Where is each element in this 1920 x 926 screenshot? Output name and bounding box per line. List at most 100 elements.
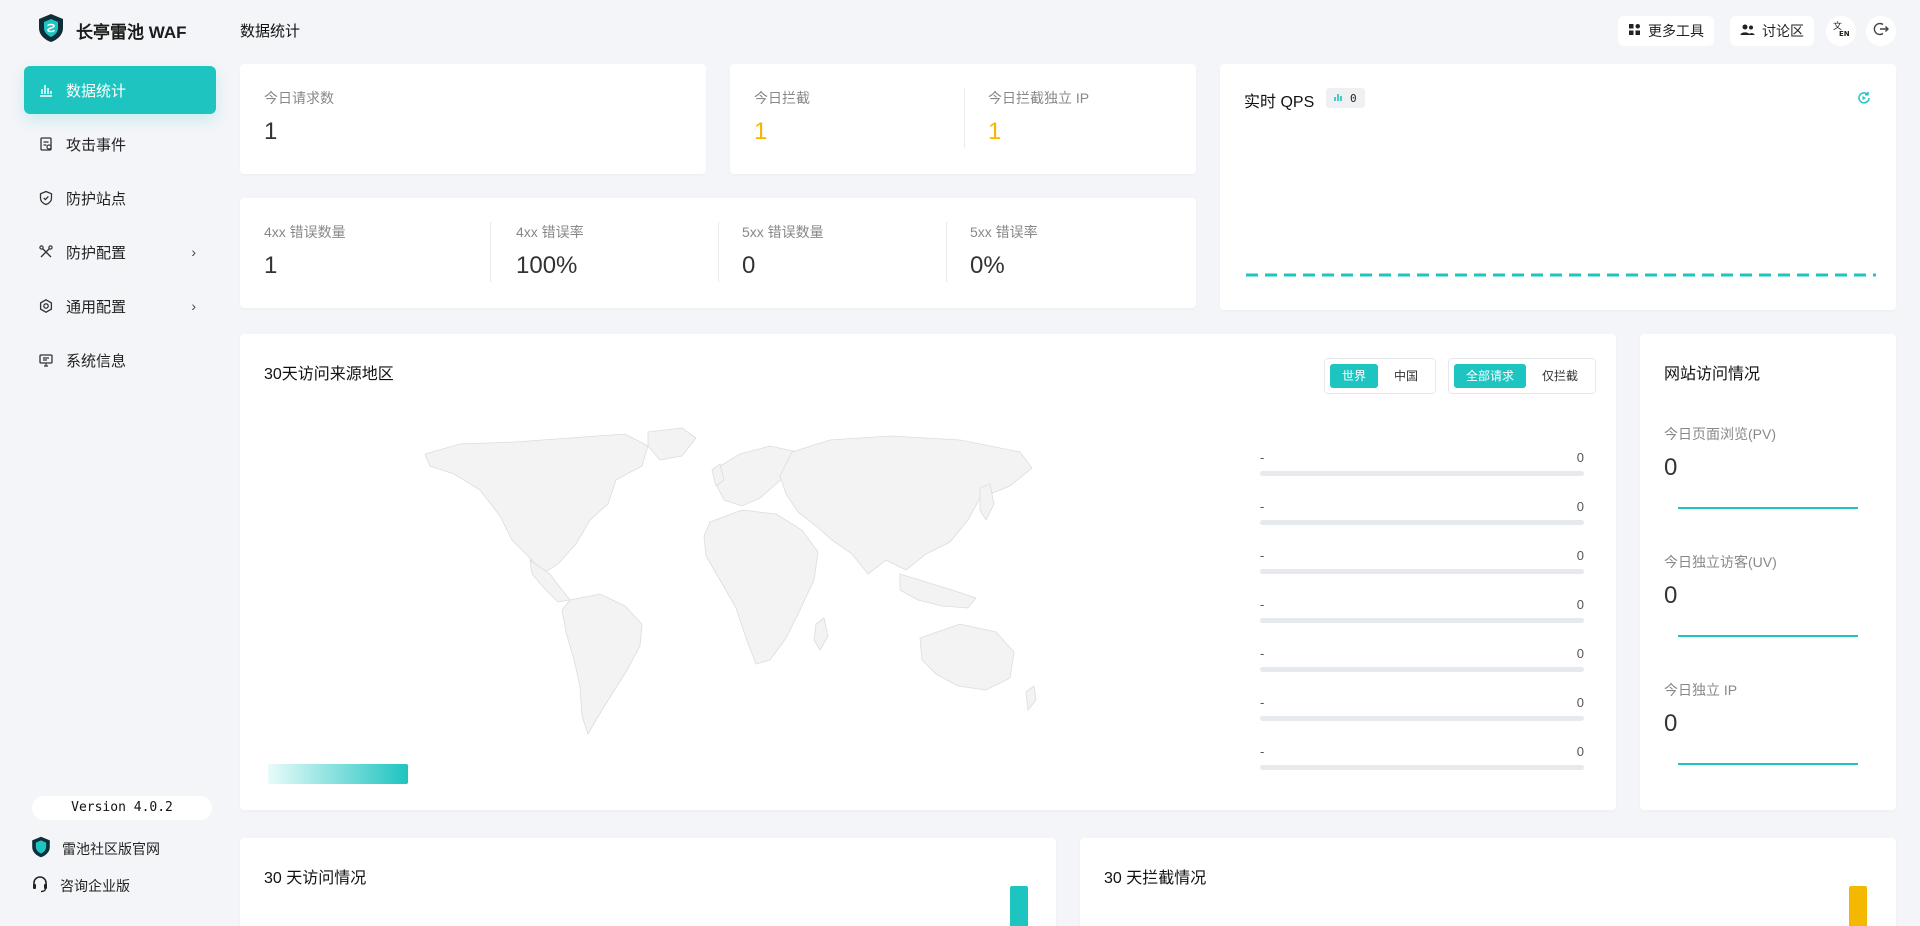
- region-row: - 0: [1260, 646, 1584, 676]
- more-tools-button[interactable]: 更多工具: [1618, 16, 1714, 46]
- enterprise-consult-label: 咨询企业版: [60, 877, 130, 894]
- map-south-america: [561, 593, 643, 735]
- region-name: -: [1260, 450, 1265, 465]
- divider: [718, 222, 719, 282]
- scope-world-button[interactable]: 世界: [1330, 364, 1379, 388]
- region-name: -: [1260, 646, 1265, 661]
- map-australia: [919, 623, 1015, 691]
- blocked-30d-card: 30 天拦截情况: [1080, 838, 1896, 926]
- pv-value: 0: [1664, 454, 1678, 481]
- qps-title: 实时 QPS: [1244, 94, 1315, 111]
- qps-badge-value: 0: [1350, 91, 1357, 105]
- visits-30d-card: 30 天访问情况: [240, 838, 1056, 926]
- chevron-right-icon: ›: [191, 298, 196, 314]
- region-bar: [1260, 618, 1584, 623]
- sidebar-item-dashboard[interactable]: 数据统计: [24, 66, 216, 114]
- language-toggle-button[interactable]: 文 EN: [1826, 16, 1856, 46]
- sidebar: 长亭雷池 WAF 数据统计 攻击事件 防护站点 防护配置 › 通用配置 › 系统…: [0, 0, 232, 926]
- qps-line: [1246, 273, 1876, 277]
- filter-all-button[interactable]: 全部请求: [1454, 364, 1527, 388]
- stat-label: 5xx 错误数量: [742, 224, 824, 240]
- region-row: - 0: [1260, 499, 1584, 529]
- sidebar-item-label: 通用配置: [66, 298, 127, 316]
- uv-sparkline: [1678, 635, 1858, 637]
- sidebar-item-label: 攻击事件: [66, 136, 127, 154]
- region-value: 0: [1576, 597, 1584, 612]
- sidebar-nav: 数据统计 攻击事件 防护站点 防护配置 › 通用配置 › 系统信息: [24, 66, 216, 390]
- monitor-icon: [38, 352, 54, 368]
- sidebar-item-system-info[interactable]: 系统信息: [24, 336, 216, 384]
- blocked-30d-title: 30 天拦截情况: [1104, 870, 1207, 887]
- error-stats-card: 4xx 错误数量 1 4xx 错误率 100% 5xx 错误数量 0 5xx 错…: [240, 198, 1196, 308]
- site-visits-title: 网站访问情况: [1664, 366, 1761, 383]
- divider: [490, 222, 491, 282]
- map-card-title: 30天访问来源地区: [264, 366, 394, 383]
- bar-chart-icon: [1334, 89, 1344, 107]
- scope-china-button[interactable]: 中国: [1382, 364, 1430, 388]
- divider: [964, 88, 965, 148]
- enterprise-consult-link[interactable]: 咨询企业版: [30, 874, 130, 897]
- filter-toggle: 全部请求 仅拦截: [1448, 358, 1597, 394]
- err4xx-count-value: 1: [264, 252, 278, 279]
- today-blocked-value: 1: [754, 118, 768, 145]
- region-name: -: [1260, 548, 1265, 563]
- region-bar: [1260, 765, 1584, 770]
- pv-label: 今日页面浏览(PV): [1664, 426, 1776, 442]
- sidebar-item-general-config[interactable]: 通用配置 ›: [24, 282, 216, 330]
- map-new-zealand: [1025, 685, 1037, 712]
- sidebar-item-protected-sites[interactable]: 防护站点: [24, 174, 216, 222]
- chevron-right-icon: ›: [191, 244, 196, 260]
- app-title: 长亭雷池 WAF: [76, 22, 187, 42]
- refresh-icon[interactable]: [1856, 90, 1872, 111]
- safeline-logo-icon: [30, 836, 52, 861]
- sidebar-item-protection-config[interactable]: 防护配置 ›: [24, 228, 216, 276]
- community-site-label: 雷池社区版官网: [62, 840, 160, 857]
- sidebar-item-attack-events[interactable]: 攻击事件: [24, 120, 216, 168]
- region-name: -: [1260, 695, 1265, 710]
- region-row: - 0: [1260, 548, 1584, 578]
- region-bar: [1260, 667, 1584, 672]
- shield-icon: [38, 190, 54, 206]
- logout-button[interactable]: [1866, 16, 1896, 46]
- sidebar-item-label: 防护配置: [66, 244, 127, 262]
- site-visits-card: [1640, 334, 1896, 810]
- sidebar-item-label: 系统信息: [66, 352, 127, 370]
- region-row: - 0: [1260, 450, 1584, 480]
- community-site-link[interactable]: 雷池社区版官网: [30, 836, 160, 861]
- page-title: 数据统计: [240, 23, 301, 40]
- map-southeast-asia: [899, 573, 977, 609]
- language-icon: 文 EN: [1832, 20, 1850, 43]
- err5xx-rate-value: 0%: [970, 252, 1005, 279]
- visits-30d-title: 30 天访问情况: [264, 870, 367, 887]
- region-value: 0: [1576, 548, 1584, 563]
- stat-label: 5xx 错误率: [970, 224, 1038, 240]
- region-value: 0: [1576, 499, 1584, 514]
- err4xx-rate-value: 100%: [516, 252, 578, 279]
- region-value: 0: [1576, 646, 1584, 661]
- svg-text:EN: EN: [1839, 30, 1850, 38]
- event-icon: [38, 136, 54, 152]
- uv-value: 0: [1664, 582, 1678, 609]
- today-requests-card: 今日请求数 1: [240, 64, 706, 174]
- region-row: - 0: [1260, 597, 1584, 627]
- region-bar: [1260, 471, 1584, 476]
- ip-value: 0: [1664, 710, 1678, 737]
- bar-chart-icon: [38, 82, 54, 98]
- forum-button[interactable]: 讨论区: [1730, 16, 1814, 46]
- world-map[interactable]: [420, 424, 1040, 744]
- divider: [946, 222, 947, 282]
- ip-label: 今日独立 IP: [1664, 682, 1738, 698]
- scope-toggle: 世界 中国: [1324, 358, 1437, 394]
- app-logo[interactable]: 长亭雷池 WAF: [36, 13, 187, 46]
- region-name: -: [1260, 744, 1265, 759]
- qps-badge: 0: [1326, 88, 1365, 108]
- uv-label: 今日独立访客(UV): [1664, 554, 1777, 570]
- filter-blocked-button[interactable]: 仅拦截: [1530, 364, 1590, 388]
- settings-icon: [38, 298, 54, 314]
- stat-label: 今日拦截: [754, 90, 810, 106]
- region-bar: [1260, 569, 1584, 574]
- map-greenland: [647, 427, 697, 461]
- forum-label: 讨论区: [1762, 23, 1804, 39]
- sidebar-item-label: 防护站点: [66, 190, 127, 208]
- pv-sparkline: [1678, 507, 1858, 509]
